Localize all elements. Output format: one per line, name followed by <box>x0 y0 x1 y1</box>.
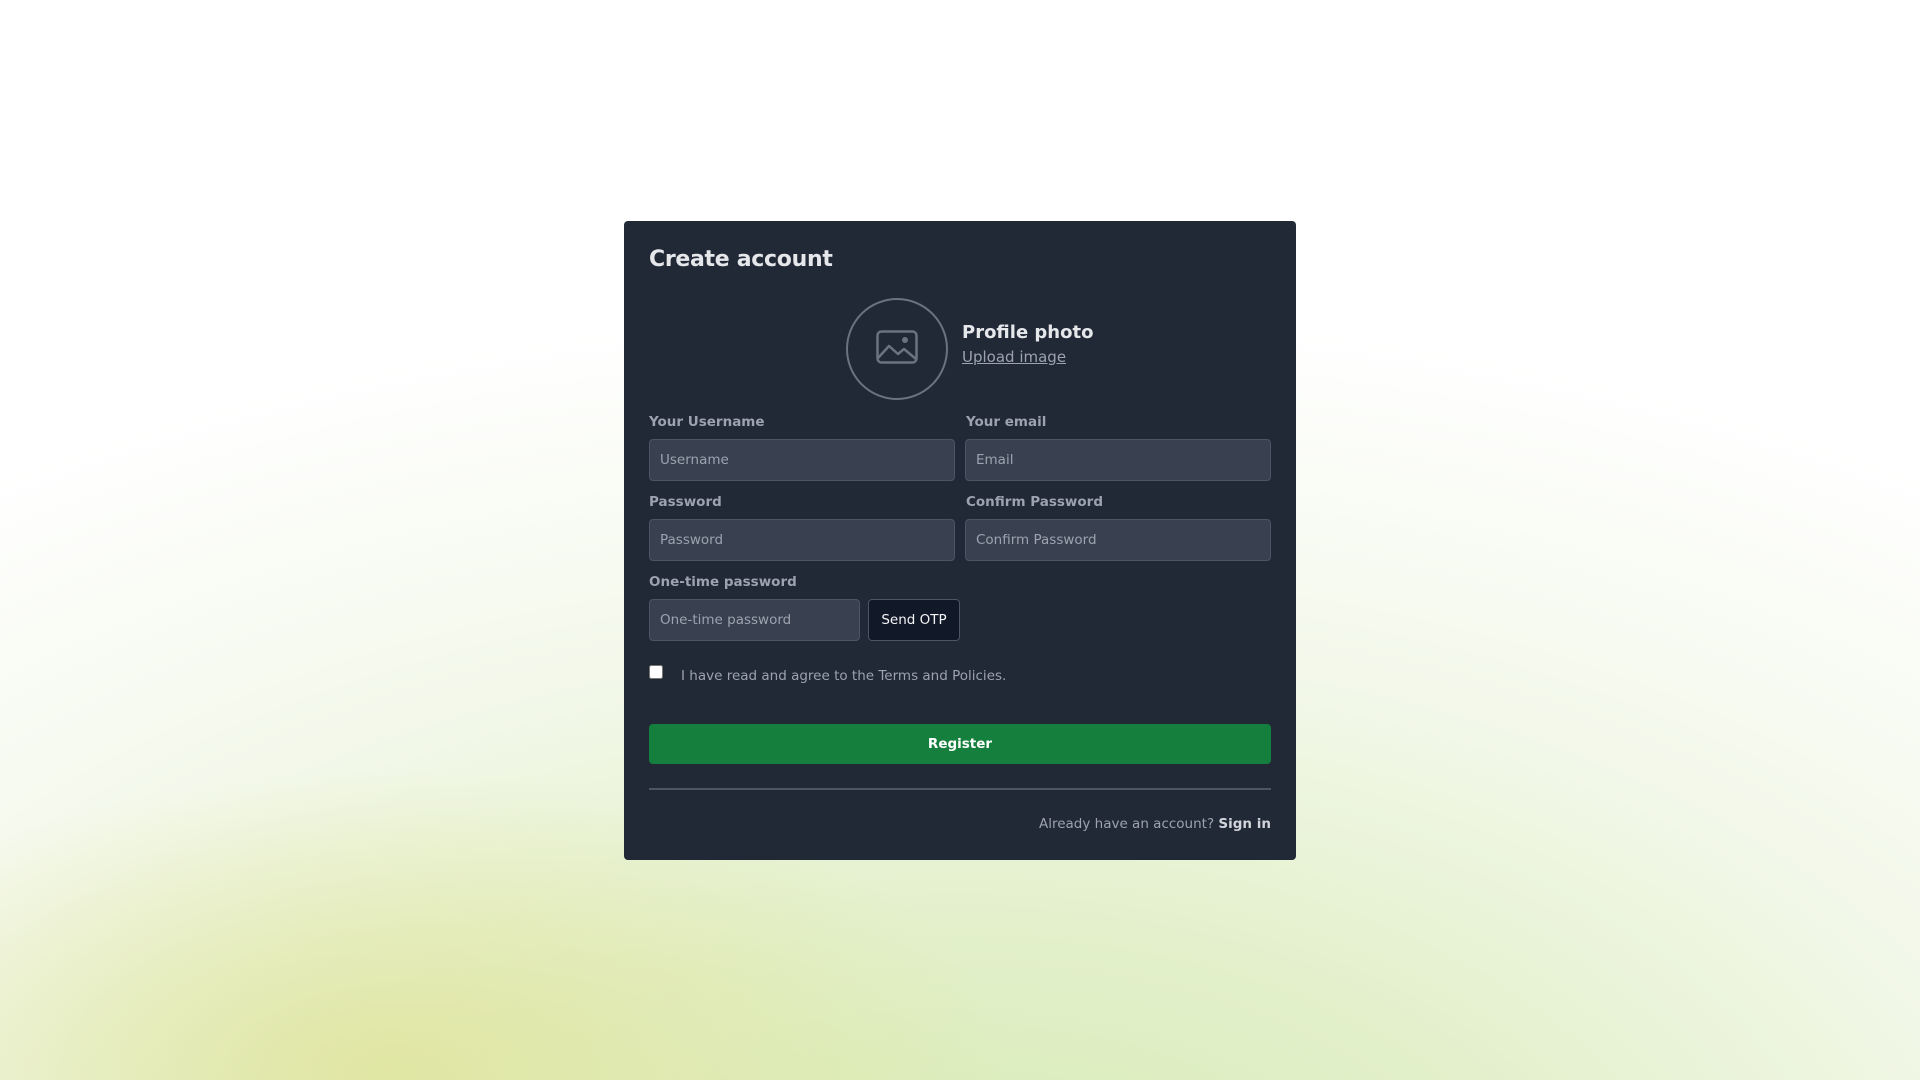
otp-label: One-time password <box>649 574 797 590</box>
register-card: Create account Profile photo Upload imag… <box>624 221 1296 860</box>
profile-photo-text: Profile photo Upload image <box>962 322 1093 366</box>
send-otp-button[interactable]: Send OTP <box>868 599 960 641</box>
profile-photo-label: Profile photo <box>962 322 1094 343</box>
terms-checkbox[interactable] <box>649 665 663 679</box>
divider <box>649 788 1271 790</box>
password-label: Password <box>649 494 722 510</box>
email-label: Your email <box>966 414 1047 430</box>
password-input[interactable] <box>649 519 955 561</box>
signin-prompt: Already have an account? Sign in <box>1039 816 1271 832</box>
signin-prompt-text: Already have an account? <box>1038 816 1215 832</box>
username-label: Your Username <box>649 414 765 430</box>
profile-photo-block: Profile photo Upload image <box>846 298 1093 400</box>
register-button[interactable]: Register <box>649 724 1271 764</box>
username-input[interactable] <box>649 439 955 481</box>
image-icon <box>876 330 918 368</box>
avatar[interactable] <box>846 298 948 400</box>
signin-link[interactable]: Sign in <box>1218 816 1271 832</box>
upload-image-link[interactable]: Upload image <box>962 348 1066 366</box>
page-title: Create account <box>649 247 833 272</box>
confirm-password-label: Confirm Password <box>966 494 1104 510</box>
email-input[interactable] <box>965 439 1271 481</box>
otp-input[interactable] <box>649 599 860 641</box>
terms-label: I have read and agree to the Terms and P… <box>681 668 1007 684</box>
confirm-password-input[interactable] <box>965 519 1271 561</box>
